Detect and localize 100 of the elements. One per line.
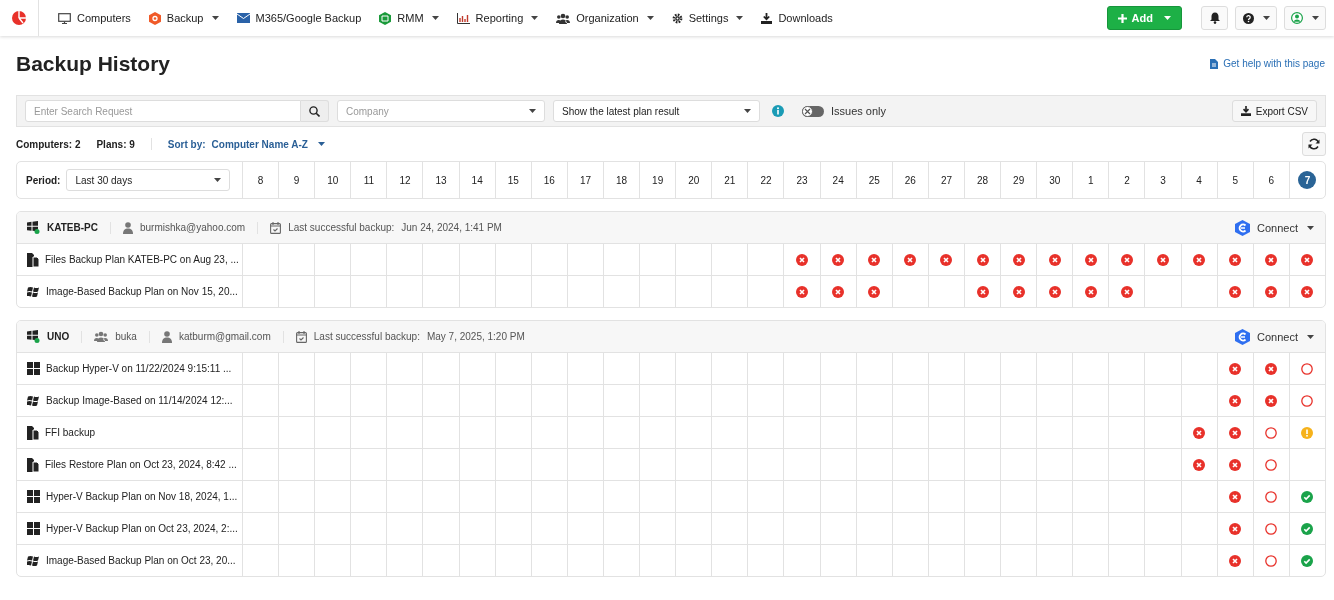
day-header: 16 — [542, 173, 556, 188]
caret-icon — [744, 109, 751, 113]
sort-dropdown[interactable]: Computer Name A-Z — [211, 138, 325, 150]
day-header: 5 — [1231, 173, 1239, 188]
caret-icon — [646, 16, 654, 20]
caret-icon — [529, 109, 536, 113]
day-header: 17 — [578, 173, 592, 188]
bell-icon — [1209, 12, 1220, 24]
day-header: 7 — [1298, 171, 1317, 189]
user-menu-button[interactable] — [1284, 6, 1326, 30]
day-header: 30 — [1048, 173, 1062, 188]
day-header: 15 — [506, 173, 520, 188]
nav-menu-item[interactable]: Settings — [662, 12, 753, 24]
user-icon — [161, 330, 172, 343]
connect-logo-icon — [1235, 219, 1250, 236]
company-name: buka — [115, 331, 137, 342]
close-icon — [804, 107, 811, 115]
last-backup-date: Jun 24, 2024, 1:41 PM — [401, 222, 502, 233]
period-label: Period: — [26, 174, 61, 186]
envelope-icon — [236, 13, 250, 23]
files-icon — [27, 252, 39, 267]
windows-icon — [27, 522, 40, 535]
last-backup-label: Last successful backup: — [313, 331, 420, 342]
plan-name[interactable]: Hyper-V Backup Plan on Nov 18, 2024, 1... — [46, 491, 238, 502]
export-csv-button[interactable]: Export CSV — [1231, 100, 1317, 122]
caret-icon — [1164, 16, 1171, 20]
refresh-icon — [1308, 138, 1320, 150]
nav-menu-item[interactable]: Reporting — [447, 12, 548, 24]
nav-menu-item[interactable]: Computers — [49, 12, 140, 24]
plus-icon — [1117, 13, 1127, 23]
files-icon — [27, 457, 39, 472]
caret-icon — [1312, 16, 1319, 20]
caret-icon — [211, 16, 219, 20]
day-header: 20 — [687, 173, 701, 188]
plan-name[interactable]: Backup Hyper-V on 11/22/2024 9:15:11 ... — [46, 363, 232, 374]
issues-only-toggle[interactable] — [802, 105, 824, 117]
user-email: burmishka@yahoo.com — [139, 222, 246, 233]
period-dropdown[interactable]: Last 30 days — [66, 169, 231, 191]
document-icon — [1210, 58, 1219, 69]
refresh-button[interactable] — [1302, 132, 1326, 156]
plan-name[interactable]: Image-Based Backup Plan on Nov 15, 20... — [46, 286, 238, 297]
windows-flag-icon — [27, 285, 40, 298]
computers-count: Computers: 2 — [16, 138, 81, 150]
result-mode-dropdown[interactable]: Show the latest plan result — [553, 100, 760, 122]
computer-name[interactable]: UNO — [47, 331, 70, 342]
nav-menu-item[interactable]: RMM — [370, 11, 448, 25]
issues-only-label: Issues only — [831, 105, 887, 117]
day-header: 3 — [1159, 173, 1167, 188]
connect-dropdown[interactable]: Connect — [1235, 328, 1314, 345]
nav-menu-item[interactable]: Backup — [139, 11, 228, 25]
caret-icon — [317, 142, 325, 146]
caret-icon — [214, 178, 222, 182]
day-header: 21 — [723, 173, 737, 188]
plan-name[interactable]: Image-Based Backup Plan on Oct 23, 20... — [46, 555, 236, 566]
day-header: 11 — [362, 173, 376, 188]
caret-icon — [431, 16, 439, 20]
day-header: 12 — [398, 173, 412, 188]
nav-menu-item[interactable]: Downloads — [752, 12, 842, 24]
plan-name[interactable]: Hyper-V Backup Plan on Oct 23, 2024, 2:... — [46, 523, 238, 534]
caret-icon — [1307, 334, 1314, 339]
help-button[interactable] — [1235, 6, 1277, 30]
connect-logo-icon — [1235, 328, 1250, 345]
plans-count: Plans: 9 — [96, 138, 135, 150]
nav-menu-item[interactable]: M365/Google Backup — [227, 12, 371, 24]
caret-icon — [736, 16, 744, 20]
day-header: 6 — [1267, 173, 1276, 188]
nav-menu-item[interactable]: Organization — [547, 12, 663, 24]
calendar-icon — [295, 330, 307, 343]
day-header: 29 — [1012, 173, 1026, 188]
users-icon — [556, 12, 571, 24]
gear-icon — [671, 12, 683, 24]
files-icon — [27, 425, 39, 440]
caret-icon — [1307, 225, 1314, 230]
search-button[interactable] — [301, 100, 329, 122]
day-header: 26 — [903, 173, 917, 188]
notifications-button[interactable] — [1201, 6, 1228, 30]
plan-name[interactable]: Files Restore Plan on Oct 23, 2024, 8:42 ... — [45, 459, 237, 470]
windows-flag-icon — [27, 554, 40, 567]
bar-chart-icon — [456, 12, 470, 24]
monitor-icon — [58, 12, 71, 24]
day-header: 25 — [867, 173, 881, 188]
help-link[interactable]: Get help with this page — [1210, 58, 1325, 69]
hexagon-icon — [148, 11, 161, 25]
day-header: 2 — [1123, 173, 1131, 188]
plan-name[interactable]: Files Backup Plan KATEB-PC on Aug 23, ... — [45, 254, 239, 265]
plan-name[interactable]: Backup Image-Based on 11/14/2024 12:... — [46, 395, 233, 406]
sort-label: Sort by: — [167, 138, 206, 150]
download-icon — [761, 12, 773, 24]
plan-name[interactable]: FFI backup — [45, 427, 96, 438]
info-icon[interactable] — [772, 105, 784, 117]
windows-icon — [27, 490, 40, 503]
connect-dropdown[interactable]: Connect — [1235, 219, 1314, 236]
search-field[interactable]: Enter Search Request — [25, 100, 301, 122]
logo-icon — [12, 11, 26, 25]
day-header: 24 — [831, 173, 845, 188]
user-icon — [122, 221, 133, 234]
calendar-icon — [270, 221, 282, 234]
computer-name[interactable]: KATEB-PC — [47, 222, 98, 233]
hexagon-icon — [379, 11, 392, 25]
day-header: 9 — [292, 173, 301, 188]
